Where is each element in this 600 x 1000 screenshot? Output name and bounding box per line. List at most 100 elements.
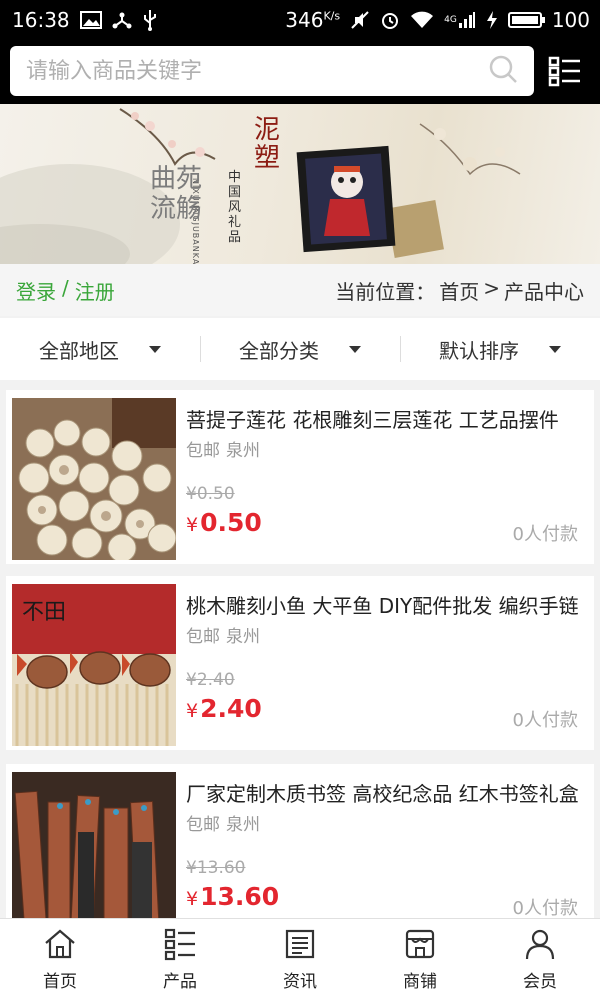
filter-region-dropdown[interactable]: 全部地区 <box>0 318 200 380</box>
caret-down-icon <box>149 345 161 353</box>
status-time: 16:38 <box>12 8 70 32</box>
register-link[interactable]: 注册 <box>75 276 115 305</box>
wifi-icon <box>410 11 434 29</box>
product-title[interactable]: 厂家定制木质书签 高校纪念品 红木书签礼盒 <box>186 778 581 807</box>
status-right: 346K/s 4G 100 <box>285 8 590 32</box>
product-city: 泉州 <box>226 441 260 461</box>
battery-level <box>511 16 538 24</box>
nav-news-label: 资讯 <box>283 972 317 992</box>
nav-news[interactable]: 资讯 <box>240 919 360 1000</box>
nav-store-label: 商铺 <box>403 972 437 992</box>
usb-icon <box>142 9 158 31</box>
product-image[interactable] <box>12 772 176 918</box>
banner-title: 泥塑 <box>254 115 281 173</box>
nav-member-label: 会员 <box>523 972 557 992</box>
bottom-nav: 首页 产品 资讯 商铺 会员 <box>0 918 600 1000</box>
status-bar: 16:38 346K/s 4G 100 <box>0 0 600 40</box>
product-city: 泉州 <box>226 815 260 835</box>
breadcrumb: 当前位置： 首页 > 产品中心 <box>335 276 584 305</box>
caret-down-icon <box>549 345 561 353</box>
home-icon <box>45 929 75 959</box>
banner-text-left: 曲苑流觞 <box>150 164 203 224</box>
battery-icon <box>507 12 545 28</box>
nav-home-label: 首页 <box>43 972 77 992</box>
promo-banner[interactable]: 泥塑 中国风礼品 NIXUJINGJUBANKA 曲苑流觞 <box>0 104 600 264</box>
price-value: 2.40 <box>200 694 262 723</box>
product-city: 泉州 <box>226 627 260 647</box>
price-value: 13.60 <box>200 882 280 911</box>
svg-text:不田: 不田 <box>22 600 66 625</box>
product-buyers: 0人付款 <box>512 898 578 918</box>
product-location: 包邮 泉州 <box>186 622 260 647</box>
store-icon <box>405 929 435 959</box>
search-input[interactable] <box>26 58 488 84</box>
product-image[interactable]: 不田 <box>12 584 176 746</box>
product-list-icon <box>164 928 195 961</box>
breadcrumb-home-link[interactable]: 首页 <box>439 276 479 305</box>
product-card[interactable]: 厂家定制木质书签 高校纪念品 红木书签礼盒 包邮 泉州 ¥13.60 ¥13.6… <box>6 764 594 918</box>
product-shipping: 包邮 <box>186 815 220 835</box>
caret-down-icon <box>349 345 361 353</box>
charging-icon <box>486 10 498 30</box>
filter-region-label: 全部地区 <box>39 338 119 363</box>
status-left: 16:38 <box>12 8 158 32</box>
speed-unit: K/s <box>323 9 341 23</box>
price-value: 0.50 <box>200 508 262 537</box>
category-menu-icon[interactable] <box>548 54 582 88</box>
breadcrumb-current: 产品中心 <box>504 279 584 304</box>
nav-products-label: 产品 <box>163 972 197 992</box>
product-location: 包邮 泉州 <box>186 436 260 461</box>
product-buyers: 0人付款 <box>512 710 578 731</box>
breadcrumb-row: 登录 / 注册 当前位置： 首页 > 产品中心 <box>0 264 600 316</box>
nav-home[interactable]: 首页 <box>0 919 120 1000</box>
network-speed: 346K/s <box>285 8 340 32</box>
product-list: 菩提子莲花 花根雕刻三层莲花 工艺品摆件 包邮 泉州 ¥0.50 ¥0.50 0… <box>0 384 600 918</box>
breadcrumb-arrow: > <box>483 275 500 300</box>
filter-sort-dropdown[interactable]: 默认排序 <box>400 318 600 380</box>
search-icon[interactable] <box>488 54 518 88</box>
location-label: 当前位置： <box>335 279 436 304</box>
banner-subtitle: 中国风礼品 <box>228 170 242 245</box>
usb-share-icon <box>112 10 132 30</box>
filter-sort-label: 默认排序 <box>439 338 519 363</box>
banner-artwork <box>0 108 521 264</box>
product-original-price: ¥13.60 <box>186 858 246 878</box>
nav-member[interactable]: 会员 <box>480 919 600 1000</box>
product-card[interactable]: 菩提子莲花 花根雕刻三层莲花 工艺品摆件 包邮 泉州 ¥0.50 ¥0.50 0… <box>6 390 594 564</box>
filter-category-label: 全部分类 <box>239 338 319 363</box>
product-title[interactable]: 桃木雕刻小鱼 大平鱼 DIY配件批发 编织手链 <box>186 590 581 619</box>
login-separator: / <box>62 275 69 300</box>
product-card[interactable]: 不田 桃木雕刻小鱼 大平鱼 DIY配件批发 编织手链 包邮 泉州 ¥2.40 ¥… <box>6 576 594 750</box>
currency-symbol: ¥ <box>186 888 199 910</box>
product-shipping: 包邮 <box>186 627 220 647</box>
product-price: ¥13.60 <box>186 882 279 911</box>
battery-percent: 100 <box>551 8 590 32</box>
currency-symbol: ¥ <box>186 514 199 536</box>
search-box[interactable] <box>10 46 534 96</box>
speed-value: 346 <box>285 8 324 32</box>
nav-store[interactable]: 商铺 <box>360 919 480 1000</box>
header <box>0 40 600 104</box>
product-buyers: 0人付款 <box>512 524 578 545</box>
currency-symbol: ¥ <box>186 700 199 722</box>
mute-icon <box>350 10 370 30</box>
nav-products[interactable]: 产品 <box>120 919 240 1000</box>
filter-category-dropdown[interactable]: 全部分类 <box>200 318 400 380</box>
login-links: 登录 / 注册 <box>16 276 115 305</box>
product-price: ¥2.40 <box>186 694 262 723</box>
alarm-icon <box>380 10 400 30</box>
product-location: 包邮 泉州 <box>186 810 260 835</box>
login-link[interactable]: 登录 <box>16 276 56 305</box>
user-icon <box>525 929 555 960</box>
product-image[interactable] <box>12 398 176 560</box>
news-icon <box>285 929 315 959</box>
image-icon <box>79 11 102 29</box>
product-shipping: 包邮 <box>186 441 220 461</box>
product-original-price: ¥0.50 <box>186 484 235 504</box>
signal-icon: 4G <box>444 11 476 29</box>
product-price: ¥0.50 <box>186 508 262 537</box>
filter-bar: 全部地区 全部分类 默认排序 <box>0 318 600 380</box>
product-title[interactable]: 菩提子莲花 花根雕刻三层莲花 工艺品摆件 <box>186 404 581 433</box>
network-type: 4G <box>444 14 457 25</box>
product-original-price: ¥2.40 <box>186 670 235 690</box>
